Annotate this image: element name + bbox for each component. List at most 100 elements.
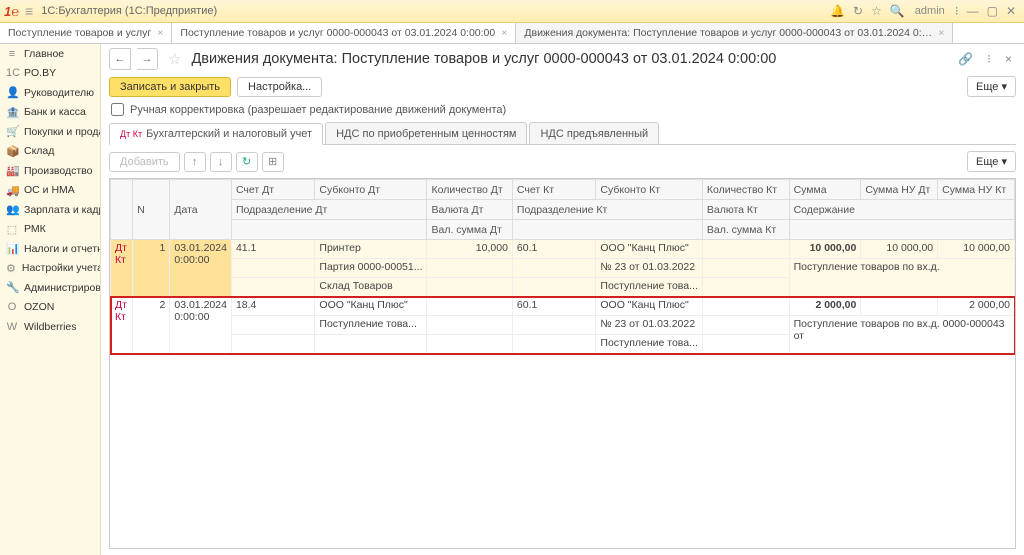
sidebar-icon: 🏦	[6, 106, 18, 119]
sidebar-label: Зарплата и кадры	[24, 204, 101, 216]
sidebar-icon: 🏭	[6, 164, 18, 177]
col-sum[interactable]: Сумма	[789, 180, 861, 200]
col-acct-dt[interactable]: Счет Дт	[231, 180, 314, 200]
sub-tabs: Дт КтБухгалтерский и налоговый учетНДС п…	[109, 122, 1016, 145]
maximize-icon[interactable]: ▢	[987, 4, 998, 18]
sidebar-label: Wildberries	[24, 321, 77, 333]
save-close-button[interactable]: Записать и закрыть	[109, 77, 231, 97]
sidebar-icon: O	[6, 301, 18, 313]
nav-forward-button[interactable]: →	[137, 48, 158, 70]
sidebar-item[interactable]: 👥 Зарплата и кадры	[0, 200, 100, 220]
app-title: 1С:Бухгалтерия (1С:Предприятие)	[41, 5, 217, 17]
sub-tab[interactable]: НДС по приобретенным ценностям	[325, 122, 527, 144]
sidebar-item[interactable]: 🔧 Администрирование	[0, 278, 100, 298]
sidebar-icon: 1С	[6, 67, 18, 79]
title-bar: 1℮ ≡ 1С:Бухгалтерия (1С:Предприятие) 🔔 ↻…	[0, 0, 1024, 23]
sidebar-item[interactable]: ≡ Главное	[0, 44, 100, 64]
tab-close-icon[interactable]: ×	[157, 27, 163, 39]
sidebar-icon: 👥	[6, 203, 18, 216]
favorite-icon[interactable]: ☆	[168, 50, 181, 68]
sidebar-item[interactable]: 1СPO.BY	[0, 64, 100, 84]
col-acct-kt[interactable]: Счет Кт	[512, 180, 595, 200]
sidebar-label: ОС и НМА	[24, 184, 75, 196]
sidebar-label: Руководителю	[24, 87, 94, 99]
col-sub-dt[interactable]: Субконто Дт	[315, 180, 427, 200]
dtkt-icon: Дт Кт	[120, 129, 142, 139]
sidebar-item[interactable]: 📊 Налоги и отчетность	[0, 239, 100, 259]
settings-button[interactable]: Настройка...	[237, 77, 322, 97]
grid-more-button[interactable]: Еще ▾	[967, 151, 1016, 172]
window-tab[interactable]: Поступление товаров и услуг 0000-000043 …	[172, 23, 516, 43]
col-sum-nu-dt[interactable]: Сумма НУ Дт	[861, 180, 938, 200]
star-icon[interactable]: ☆	[871, 4, 882, 18]
link-icon[interactable]: 🔗	[958, 52, 973, 66]
sidebar-icon: 🚚	[6, 184, 18, 197]
sidebar-label: Склад	[24, 145, 54, 157]
sidebar-label: Настройки учета	[22, 262, 101, 274]
sidebar-item[interactable]: 🚚 ОС и НМА	[0, 181, 100, 201]
sidebar-label: Покупки и продажи	[24, 126, 101, 138]
menu-icon[interactable]: ≡	[25, 3, 33, 19]
sidebar-label: Администрирование	[24, 282, 101, 294]
sidebar-item[interactable]: ⬚ РМК	[0, 220, 100, 240]
sidebar-icon: 👤	[6, 86, 18, 99]
col-date[interactable]: Дата	[170, 180, 232, 240]
history-icon[interactable]: ↻	[853, 4, 863, 18]
dropdown-icon[interactable]: ⁝	[955, 4, 959, 18]
sidebar-item[interactable]: W Wildberries	[0, 317, 100, 337]
manual-edit-label: Ручная корректировка (разрешает редактир…	[130, 104, 506, 116]
sidebar-item[interactable]: O OZON	[0, 298, 100, 318]
col-sum-nu-kt[interactable]: Сумма НУ Кт	[938, 180, 1015, 200]
tab-close-icon[interactable]: ×	[938, 27, 944, 39]
sidebar-icon: ⚙	[6, 262, 16, 275]
nav-back-button[interactable]: ←	[109, 48, 131, 70]
page-title: Движения документа: Поступление товаров …	[191, 51, 776, 67]
sidebar-label: OZON	[24, 301, 54, 313]
move-up-button[interactable]: ↑	[184, 152, 206, 172]
table-row[interactable]: ДтКт 1 03.01.2024 0:00:00 41.1Принтер10,…	[111, 240, 1015, 297]
sub-tab[interactable]: НДС предъявленный	[529, 122, 659, 144]
search-icon[interactable]: 🔍	[890, 4, 905, 18]
sidebar: ≡ Главное 1СPO.BY 👤 Руководителю 🏦 Банк и касс…	[0, 44, 101, 555]
sidebar-label: Банк и касса	[24, 106, 86, 118]
sidebar-item[interactable]: 🏦 Банк и касса	[0, 103, 100, 123]
sidebar-item[interactable]: 🛒 Покупки и продажи	[0, 122, 100, 142]
sidebar-label: Производство	[24, 165, 92, 177]
grid[interactable]: N Дата Счет Дт Субконто Дт Количество Дт…	[109, 178, 1016, 549]
col-qty-kt[interactable]: Количество Кт	[702, 180, 789, 200]
close-icon[interactable]: ✕	[1006, 4, 1016, 18]
refresh-button[interactable]: ↻	[236, 152, 258, 172]
manual-edit-checkbox[interactable]	[111, 103, 124, 116]
sidebar-item[interactable]: 📦 Склад	[0, 142, 100, 162]
more-button[interactable]: Еще ▾	[967, 76, 1016, 97]
options-icon[interactable]: ⁝	[987, 52, 991, 66]
window-tab[interactable]: Поступление товаров и услуг×	[0, 23, 172, 43]
window-tab[interactable]: Движения документа: Поступление товаров …	[516, 23, 953, 43]
sidebar-item[interactable]: 🏭 Производство	[0, 161, 100, 181]
sidebar-icon: ≡	[6, 48, 18, 60]
sidebar-icon: 📦	[6, 145, 18, 158]
sidebar-icon: 📊	[6, 242, 18, 255]
user-label[interactable]: admin	[915, 5, 945, 17]
sidebar-label: Главное	[24, 48, 64, 60]
sidebar-label: РМК	[24, 223, 46, 235]
table-row[interactable]: ДтКт 2 03.01.2024 0:00:00 18.4ООО "Канц …	[111, 297, 1015, 354]
col-qty-dt[interactable]: Количество Дт	[427, 180, 512, 200]
minimize-icon[interactable]: —	[967, 4, 979, 18]
sidebar-icon: 🔧	[6, 281, 18, 294]
bell-icon[interactable]: 🔔	[830, 4, 845, 18]
tab-close-icon[interactable]: ×	[501, 27, 507, 39]
col-n[interactable]: N	[133, 180, 170, 240]
sidebar-item[interactable]: 👤 Руководителю	[0, 83, 100, 103]
config-button[interactable]: ⊞	[262, 152, 284, 172]
col-sub-kt[interactable]: Субконто Кт	[596, 180, 702, 200]
close-page-icon[interactable]: ×	[1005, 52, 1012, 66]
sidebar-icon: 🛒	[6, 125, 18, 138]
add-button[interactable]: Добавить	[109, 152, 180, 172]
sub-tab[interactable]: Дт КтБухгалтерский и налоговый учет	[109, 123, 323, 145]
sidebar-label: Налоги и отчетность	[24, 243, 101, 255]
sidebar-icon: ⬚	[6, 223, 18, 236]
sidebar-item[interactable]: ⚙ Настройки учета	[0, 259, 100, 279]
move-down-button[interactable]: ↓	[210, 152, 232, 172]
sidebar-icon: W	[6, 321, 18, 333]
